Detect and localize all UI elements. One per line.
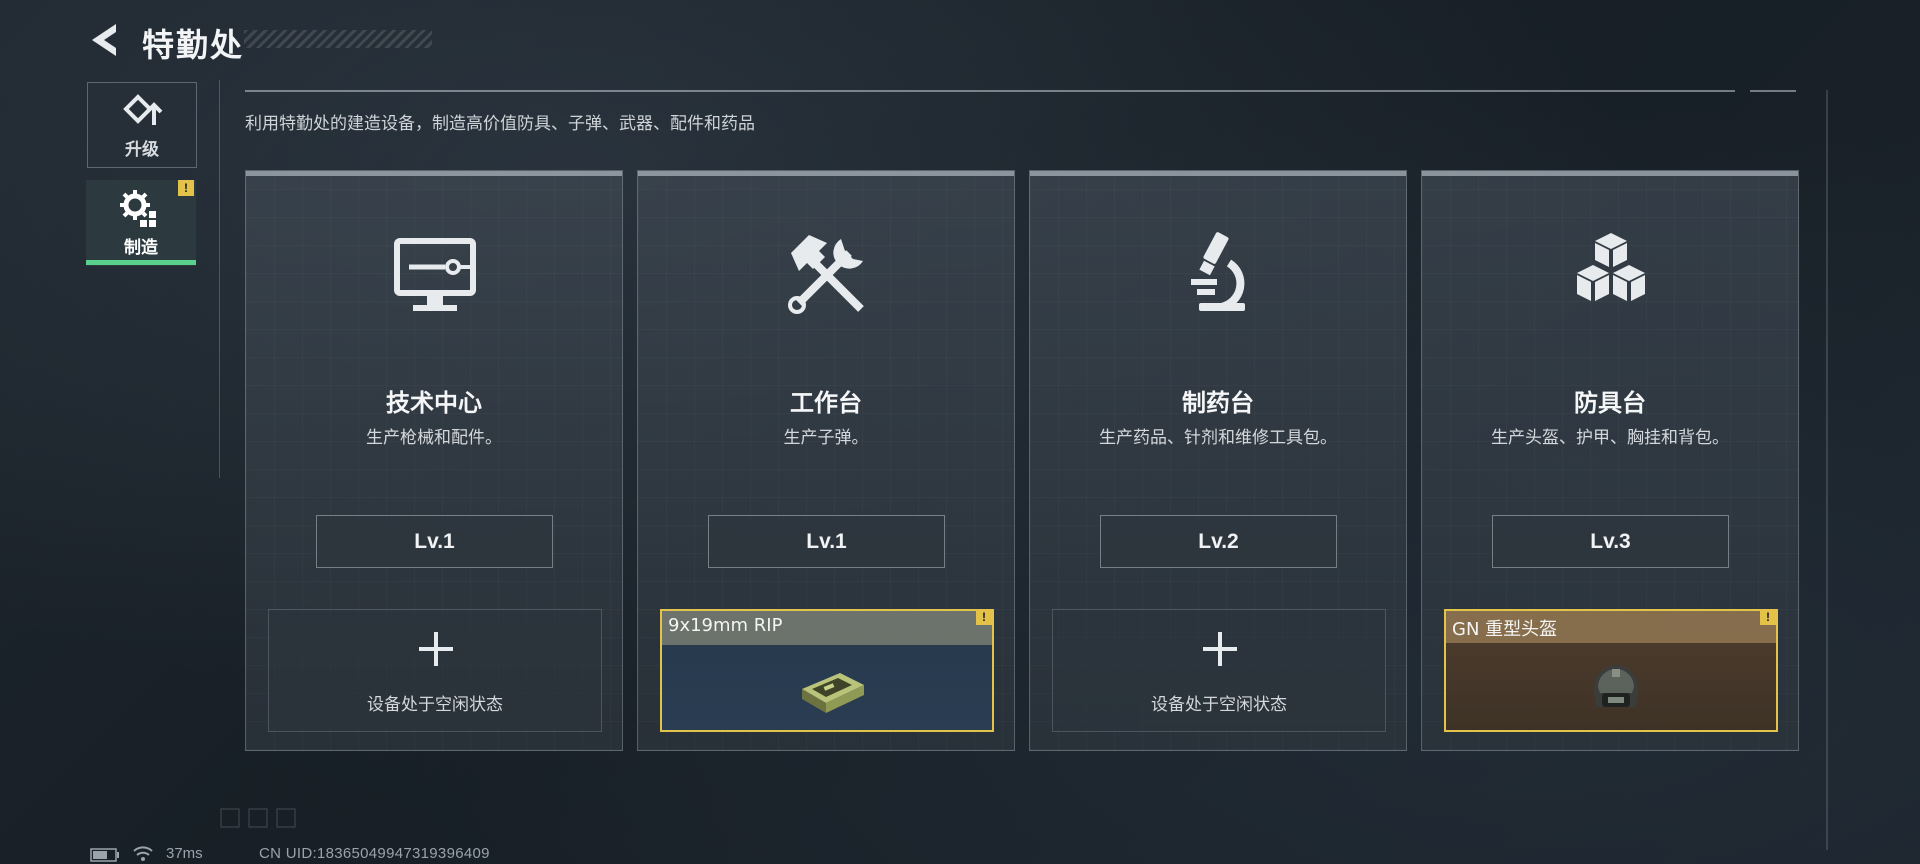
tab-upgrade[interactable]: 升级	[87, 82, 197, 168]
hammer-wrench-icon	[788, 235, 864, 314]
craft-gear-icon	[120, 189, 156, 227]
station-card-workbench[interactable]: 工作台 生产子弹。 Lv.1 9x19mm RIP !	[637, 170, 1015, 751]
page-title: 特勤处	[142, 27, 245, 63]
craft-slot-active[interactable]: 9x19mm RIP !	[660, 609, 994, 732]
station-desc: 生产子弹。	[783, 428, 869, 447]
monitor-icon	[394, 238, 476, 311]
station-card-armor-bench[interactable]: 防具台 生产头盔、护甲、胸挂和背包。 Lv.3 GN 重型头盔 !	[1421, 170, 1799, 751]
header-divider	[245, 90, 1735, 92]
craft-slot-idle[interactable]: 设备处于空闲状态	[1052, 609, 1386, 732]
tab-upgrade-label: 升级	[125, 139, 159, 159]
station-name: 工作台	[790, 390, 862, 417]
battery-icon	[90, 848, 119, 862]
user-uid: CN UID:18365049947319396409	[259, 845, 490, 862]
right-rail-decoration	[1826, 90, 1828, 850]
cubes-icon	[1577, 233, 1645, 301]
station-desc: 生产枪械和配件。	[366, 428, 502, 447]
microscope-icon	[1191, 232, 1245, 311]
tab-craft-label: 制造	[124, 237, 158, 257]
page-subtitle: 利用特勤处的建造设备，制造高价值防具、子弹、武器、配件和药品	[245, 114, 755, 133]
plus-icon	[1203, 632, 1237, 666]
station-desc: 生产头盔、护甲、胸挂和背包。	[1491, 428, 1729, 447]
station-desc: 生产药品、针剂和维修工具包。	[1099, 428, 1337, 447]
slot-status-text: 设备处于空闲状态	[367, 695, 503, 714]
upgrade-icon	[123, 93, 163, 125]
craft-alert-badge: !	[178, 180, 194, 196]
header-divider-right	[1750, 90, 1796, 92]
ping-readout: 37ms	[166, 845, 203, 862]
back-button[interactable]	[86, 20, 122, 60]
active-tab-indicator	[86, 260, 196, 265]
slot-alert-badge: !	[1760, 609, 1776, 625]
craft-slot-idle[interactable]: 设备处于空闲状态	[268, 609, 602, 732]
footer-decoration	[220, 808, 296, 828]
station-level-button[interactable]: Lv.3	[1492, 515, 1729, 568]
back-arrow-icon	[92, 24, 116, 56]
station-level-button[interactable]: Lv.1	[708, 515, 945, 568]
helmet-icon	[1594, 665, 1638, 707]
station-card-tech-center[interactable]: 技术中心 生产枪械和配件。 Lv.1 设备处于空闲状态	[245, 170, 623, 751]
station-card-pharmacy[interactable]: 制药台 生产药品、针剂和维修工具包。 Lv.2 设备处于空闲状态	[1029, 170, 1407, 751]
craft-slot-active[interactable]: GN 重型头盔 !	[1444, 609, 1778, 732]
slot-status-text: 设备处于空闲状态	[1151, 695, 1287, 714]
wifi-icon	[133, 846, 153, 861]
nav-divider	[219, 80, 220, 478]
ammo-box-icon	[802, 673, 864, 713]
station-level-button[interactable]: Lv.2	[1100, 515, 1337, 568]
station-name: 防具台	[1574, 390, 1646, 417]
station-name: 技术中心	[386, 390, 482, 417]
title-decoration	[244, 30, 432, 48]
station-level-button[interactable]: Lv.1	[316, 515, 553, 568]
slot-alert-badge: !	[976, 609, 992, 625]
crafting-item-name: 9x19mm RIP	[668, 615, 783, 636]
crafting-item-name: GN 重型头盔	[1452, 619, 1558, 640]
station-name: 制药台	[1182, 390, 1254, 417]
plus-icon	[419, 632, 453, 666]
